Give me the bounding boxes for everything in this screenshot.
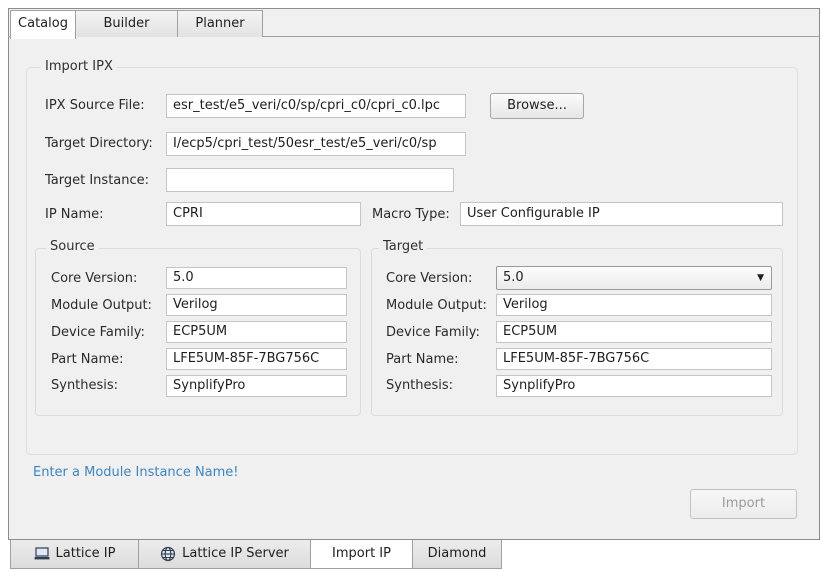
target-part-name-label: Part Name: <box>386 352 459 367</box>
macro-type-label: Macro Type: <box>372 207 450 222</box>
laptop-icon <box>34 546 49 559</box>
target-directory-field[interactable]: I/ecp5/cpri_test/50esr_test/e5_veri/c0/s… <box>166 132 466 156</box>
target-directory-label: Target Directory: <box>45 136 153 151</box>
tab-import-ip[interactable]: Import IP <box>310 540 413 569</box>
tab-lattice-ip-label: Lattice IP <box>55 546 116 561</box>
tab-catalog-label: Catalog <box>18 16 68 31</box>
import-button[interactable]: Import <box>690 489 797 519</box>
tab-builder[interactable]: Builder <box>75 10 178 37</box>
target-core-version-label: Core Version: <box>386 271 473 286</box>
source-core-version-field[interactable]: 5.0 <box>166 267 347 289</box>
source-title: Source <box>46 239 99 254</box>
source-module-output-label: Module Output: <box>51 298 152 313</box>
ip-name-label: IP Name: <box>45 207 104 222</box>
tab-builder-label: Builder <box>103 16 150 31</box>
source-device-family-label: Device Family: <box>51 325 145 340</box>
tab-catalog[interactable]: Catalog <box>10 10 76 39</box>
source-module-output-field[interactable]: Verilog <box>166 294 347 316</box>
ip-name-field[interactable]: CPRI <box>166 202 361 226</box>
tab-lattice-ip-server-label: Lattice IP Server <box>182 546 289 561</box>
source-synthesis-field[interactable]: SynplifyPro <box>166 375 347 397</box>
target-part-name-field[interactable]: LFE5UM-85F-7BG756C <box>496 348 772 370</box>
target-module-output-label: Module Output: <box>386 298 487 313</box>
target-synthesis-field[interactable]: SynplifyPro <box>496 375 772 397</box>
source-part-name-label: Part Name: <box>51 352 124 367</box>
target-title: Target <box>379 239 428 254</box>
tab-import-ip-label: Import IP <box>332 546 391 561</box>
target-device-family-label: Device Family: <box>386 325 480 340</box>
status-message: Enter a Module Instance Name! <box>33 465 239 480</box>
ipx-source-field[interactable]: esr_test/e5_veri/c0/sp/cpri_c0/cpri_c0.l… <box>166 94 466 118</box>
ipx-source-label: IPX Source File: <box>45 98 145 113</box>
chevron-down-icon: ▼ <box>757 273 764 283</box>
macro-type-field[interactable]: User Configurable IP <box>460 202 783 226</box>
target-module-output-field[interactable]: Verilog <box>496 294 772 316</box>
target-synthesis-label: Synthesis: <box>386 378 454 393</box>
source-core-version-label: Core Version: <box>51 271 138 286</box>
tab-lattice-ip-server[interactable]: Lattice IP Server <box>138 540 311 569</box>
globe-icon <box>161 546 176 561</box>
target-device-family-field[interactable]: ECP5UM <box>496 321 772 343</box>
tab-planner-label: Planner <box>195 16 245 31</box>
import-ipx-content: Import IPX IPX Source File: esr_test/e5_… <box>9 37 819 538</box>
tab-diamond[interactable]: Diamond <box>412 540 502 569</box>
target-core-version-dropdown[interactable]: 5.0 ▼ <box>496 266 772 290</box>
tab-diamond-label: Diamond <box>427 546 487 561</box>
tab-lattice-ip[interactable]: Lattice IP <box>10 540 139 569</box>
target-instance-label: Target Instance: <box>45 173 150 188</box>
browse-button[interactable]: Browse... <box>490 93 584 119</box>
target-core-version-value: 5.0 <box>503 270 524 285</box>
source-device-family-field[interactable]: ECP5UM <box>166 321 347 343</box>
source-synthesis-label: Synthesis: <box>51 378 119 393</box>
import-ipx-title: Import IPX <box>41 59 117 74</box>
target-instance-field[interactable] <box>166 168 454 192</box>
tab-planner[interactable]: Planner <box>177 10 263 37</box>
source-part-name-field[interactable]: LFE5UM-85F-7BG756C <box>166 348 347 370</box>
